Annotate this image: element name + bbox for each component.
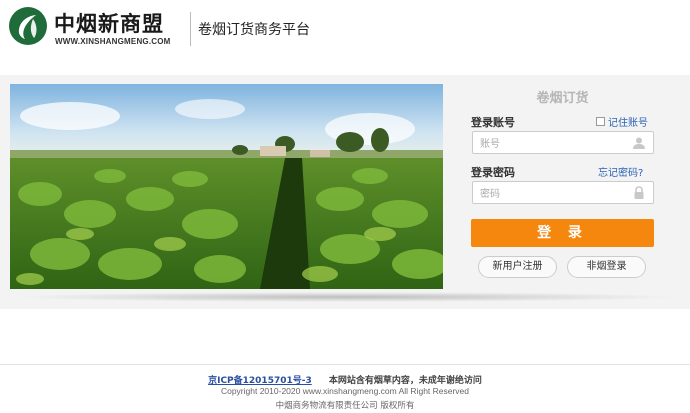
minor-notice: 本网站含有烟草内容，未成年谢绝访问 xyxy=(328,376,482,386)
remember-checkbox[interactable] xyxy=(596,117,605,126)
login-title: 卷烟订货 xyxy=(536,91,589,106)
copyright-text: Copyright 2010-2020 www.xinshangmeng.com… xyxy=(220,386,470,396)
footer-divider xyxy=(0,364,690,365)
header-divider xyxy=(190,12,191,46)
login-button[interactable]: 登 录 xyxy=(471,219,654,247)
icp-link[interactable]: 京ICP备12015701号-3 xyxy=(208,376,312,386)
footer-line-1: 京ICP备12015701号-3 本网站含有烟草内容，未成年谢绝访问 xyxy=(0,373,690,386)
logo-title: 中烟新商盟 xyxy=(54,12,164,36)
logo-url: WWW.XINSHANGMENG.COM xyxy=(55,37,171,46)
remember-label[interactable]: 记住账号 xyxy=(608,114,648,129)
account-input[interactable] xyxy=(473,134,623,155)
password-field[interactable] xyxy=(472,181,654,205)
site-header: 中烟新商盟 WWW.XINSHANGMENG.COM 卷烟订货商务平台 xyxy=(0,0,690,62)
platform-name: 卷烟订货商务平台 xyxy=(198,22,310,38)
password-label: 登录密码 xyxy=(471,166,515,179)
account-label: 登录账号 xyxy=(471,116,515,129)
photo-shadow xyxy=(10,292,680,302)
non-tobacco-login-button[interactable]: 非烟登录 xyxy=(567,256,646,278)
password-input[interactable] xyxy=(473,184,623,205)
login-panel: 卷烟订货 登录账号 记住账号 登录密码 忘记密码? 登 录 新用户注册 非烟登录 xyxy=(455,84,680,289)
register-button[interactable]: 新用户注册 xyxy=(478,256,557,278)
company-text: 中烟商务物流有限责任公司 版权所有 xyxy=(275,401,415,411)
lock-icon xyxy=(634,186,644,199)
tobacco-leaf-logo-icon xyxy=(9,7,47,45)
tobacco-field-photo xyxy=(10,84,443,289)
forgot-password-link[interactable]: 忘记密码? xyxy=(598,164,643,179)
user-icon xyxy=(633,137,645,149)
account-field[interactable] xyxy=(472,131,654,155)
